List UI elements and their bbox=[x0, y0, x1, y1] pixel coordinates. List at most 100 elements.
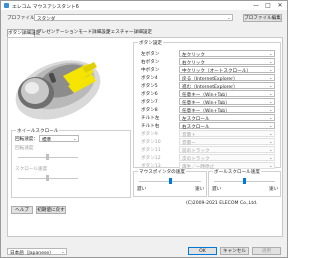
tab-button-settings[interactable]: ボタン詳細設定 bbox=[7, 29, 40, 37]
chevron-down-icon: ⌄ bbox=[269, 147, 273, 152]
button-assignment-value: 右クリック bbox=[182, 60, 205, 66]
tab-presentation-settings[interactable]: プレゼンテーションモード詳細設定 bbox=[37, 29, 110, 37]
button-assignment-select[interactable]: 中クリック（オートスクロール） ⌄ bbox=[179, 66, 275, 74]
button-setting-row: ボタン7 任意キー（Win+Tab） ⌄ bbox=[141, 98, 275, 106]
button-assignment-value: 戻る（InternetExplorer） bbox=[182, 76, 238, 82]
chevron-down-icon: ⌄ bbox=[269, 155, 273, 160]
chevron-down-icon: ⌄ bbox=[269, 75, 273, 80]
button-setting-label: ボタン5 bbox=[141, 84, 158, 89]
button-setting-row: ボタン10 音量ー ⌄ bbox=[141, 138, 275, 146]
button-setting-row: 左ボタン 左クリック ⌄ bbox=[141, 50, 275, 58]
button-assignment-select[interactable]: 進む（InternetExplorer） ⌄ bbox=[179, 82, 275, 90]
apply-button[interactable]: 適用 bbox=[252, 247, 281, 255]
pointer-speed-title: マウスポインタの速度 bbox=[138, 169, 186, 175]
button-assignment-select[interactable]: 戻る（InternetExplorer） ⌄ bbox=[179, 74, 275, 82]
language-value: 日本語（Japanese） bbox=[10, 250, 54, 256]
button-assignment-select[interactable]: 音量ー ⌄ bbox=[179, 138, 275, 146]
button-setting-label: チルト左 bbox=[141, 116, 160, 121]
ok-button[interactable]: OK bbox=[188, 247, 217, 255]
button-assignment-select[interactable]: 前のトラック ⌄ bbox=[179, 146, 275, 154]
slider1-thumb[interactable] bbox=[46, 154, 49, 160]
pointer-speed-fast-label: 速い bbox=[195, 187, 205, 192]
pointer-speed-thumb[interactable] bbox=[168, 178, 172, 184]
chevron-down-icon: ⌄ bbox=[269, 51, 273, 56]
chevron-down-icon: ⌄ bbox=[269, 131, 273, 136]
chevron-down-icon: ⌄ bbox=[269, 99, 273, 104]
button-assignment-value: 任意キー（Win+Tab） bbox=[182, 92, 230, 98]
button-assignment-select[interactable]: 次のトラック ⌄ bbox=[179, 154, 275, 162]
button-setting-label: チルト右 bbox=[141, 124, 160, 129]
cancel-button[interactable]: キャンセル bbox=[220, 247, 249, 255]
button-assignment-value: 音量ー bbox=[182, 140, 196, 146]
button-setting-label: ボタン8 bbox=[141, 108, 158, 113]
pointer-speed-slow-label: 遅い bbox=[137, 187, 147, 192]
chevron-down-icon: ⌄ bbox=[73, 136, 77, 141]
help-button[interactable]: ヘルプ bbox=[11, 206, 33, 214]
button-assignment-select[interactable]: 右スクロール ⌄ bbox=[179, 122, 275, 130]
window-title: エレコム マウスアシスタント6 bbox=[12, 4, 79, 10]
button-setting-row: ボタン4 戻る（InternetExplorer） ⌄ bbox=[141, 74, 275, 82]
chevron-down-icon: ⌄ bbox=[269, 139, 273, 144]
profile-select[interactable]: スタンダ ⌄ bbox=[34, 14, 233, 22]
button-assignment-value: 任意キー（Win+Tab） bbox=[182, 108, 230, 114]
button-setting-row: チルト右 右スクロール ⌄ bbox=[141, 122, 275, 130]
button-assignment-select[interactable]: 任意キー（Win+Tab） ⌄ bbox=[179, 98, 275, 106]
button-assignment-select[interactable]: 再生／一時停止 ⌄ bbox=[179, 162, 275, 170]
wheel-scroll-title: ホイールスクロール bbox=[16, 128, 60, 134]
button-assignment-value: 前のトラック bbox=[182, 148, 210, 154]
profile-value: スタンダ bbox=[37, 16, 56, 22]
button-setting-label: ボタン7 bbox=[141, 100, 158, 105]
button-setting-row: ボタン8 任意キー（Win+Tab） ⌄ bbox=[141, 106, 275, 114]
chevron-down-icon: ⌄ bbox=[227, 15, 231, 20]
slider2-thumb[interactable] bbox=[46, 175, 49, 181]
profile-edit-button[interactable]: プロファイル編集 bbox=[243, 14, 282, 22]
copyright-text: (C)2009-2021 ELECOM Co.,Ltd. bbox=[186, 201, 258, 206]
chevron-down-icon: ⌄ bbox=[269, 91, 273, 96]
button-settings-title: ボタン設定 bbox=[138, 40, 163, 46]
button-setting-row: 中ボタン 中クリック（オートスクロール） ⌄ bbox=[141, 66, 275, 74]
rotation-speed-select[interactable]: 標準 ⌄ bbox=[39, 135, 79, 143]
chevron-down-icon: ⌄ bbox=[269, 107, 273, 112]
settings-panel: ホイールスクロール 回転速度： 標準 ⌄ 回転速度 スクロール速度 ボタン設定 … bbox=[7, 37, 283, 237]
slider1-label: 回転速度 bbox=[15, 146, 34, 151]
maximize-button[interactable]: □ bbox=[262, 1, 274, 10]
title-bar: エレコム マウスアシスタント6 — □ ✕ bbox=[1, 1, 287, 10]
ball-scroll-speed-title: ボールスクロール速度 bbox=[213, 169, 261, 175]
button-assignment-value: 中クリック（オートスクロール） bbox=[182, 68, 251, 74]
ball-scroll-speed-slow-label: 遅い bbox=[212, 187, 222, 192]
rotation-speed-value: 標準 bbox=[42, 137, 52, 143]
button-assignment-select[interactable]: 任意キー（Win+Tab） ⌄ bbox=[179, 106, 275, 114]
button-assignment-select[interactable]: 音量＋ ⌄ bbox=[179, 130, 275, 138]
close-button[interactable]: ✕ bbox=[274, 1, 286, 10]
chevron-down-icon: ⌄ bbox=[269, 123, 273, 128]
tab-gesture-settings[interactable]: ジェスチャー詳細設定 bbox=[104, 29, 154, 37]
button-assignment-select[interactable]: 左スクロール ⌄ bbox=[179, 114, 275, 122]
button-assignment-value: 再生／一時停止 bbox=[182, 164, 215, 170]
ball-scroll-speed-fast-label: 速い bbox=[269, 187, 279, 192]
button-assignment-select[interactable]: 左クリック ⌄ bbox=[179, 50, 275, 58]
chevron-down-icon: ⌄ bbox=[61, 249, 65, 254]
button-setting-label: ボタン13 bbox=[141, 164, 161, 169]
wheel-scroll-group: ホイールスクロール 回転速度： 標準 ⌄ 回転速度 スクロール速度 bbox=[11, 128, 131, 198]
button-setting-row: チルト左 左スクロール ⌄ bbox=[141, 114, 275, 122]
language-select[interactable]: 日本語（Japanese） ⌄ bbox=[7, 248, 67, 256]
button-assignment-value: 右スクロール bbox=[182, 124, 210, 130]
ball-scroll-speed-thumb[interactable] bbox=[243, 178, 246, 184]
button-assignment-select[interactable]: 右クリック ⌄ bbox=[179, 58, 275, 66]
button-assignment-select[interactable]: 任意キー（Win+Tab） ⌄ bbox=[179, 90, 275, 98]
chevron-down-icon: ⌄ bbox=[269, 59, 273, 64]
button-setting-row: ボタン5 進む（InternetExplorer） ⌄ bbox=[141, 82, 275, 90]
button-assignment-value: 音量＋ bbox=[182, 132, 196, 138]
reset-button[interactable]: 初期値に戻す bbox=[36, 206, 66, 214]
chevron-down-icon: ⌄ bbox=[269, 83, 273, 88]
minimize-button[interactable]: — bbox=[250, 1, 262, 10]
button-assignment-value: 任意キー（Win+Tab） bbox=[182, 100, 230, 106]
button-assignment-value: 左スクロール bbox=[182, 116, 210, 122]
button-setting-label: ボタン10 bbox=[141, 140, 161, 145]
ball-scroll-speed-group: ボールスクロール速度 遅い 速い bbox=[208, 169, 281, 197]
button-assignment-value: 左クリック bbox=[182, 52, 205, 58]
button-setting-row: ボタン12 次のトラック ⌄ bbox=[141, 154, 275, 162]
button-assignment-value: 次のトラック bbox=[182, 156, 210, 162]
chevron-down-icon: ⌄ bbox=[269, 163, 273, 168]
button-setting-label: 左ボタン bbox=[141, 52, 160, 57]
